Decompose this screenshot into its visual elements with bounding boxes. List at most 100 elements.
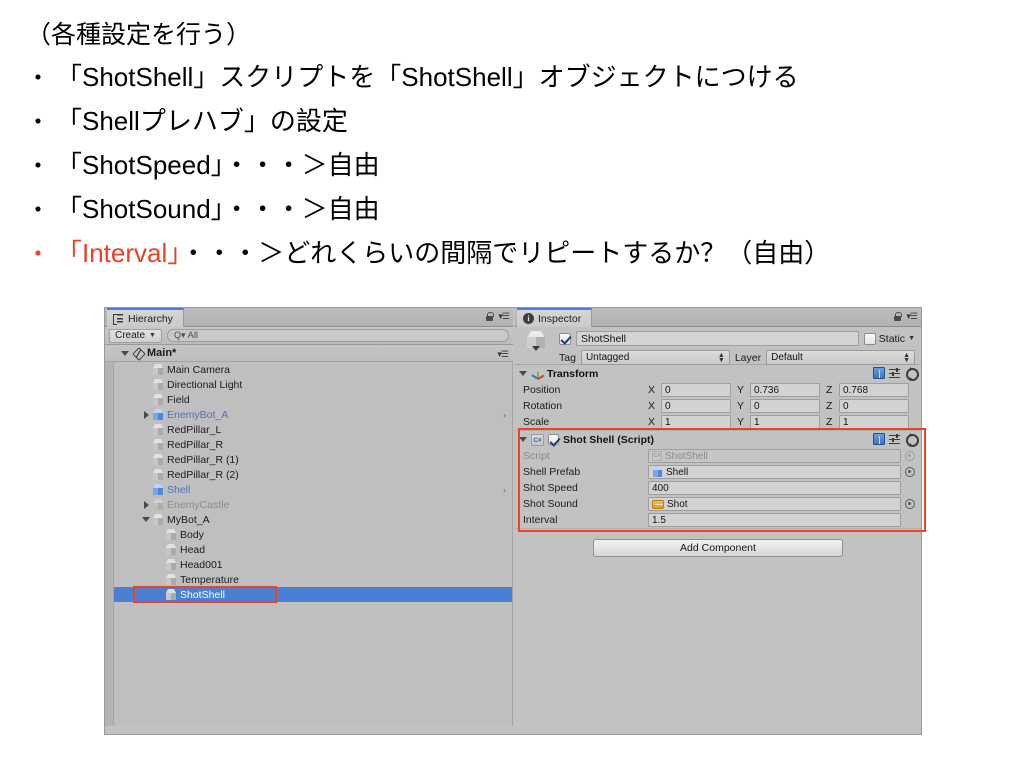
gameobject-cube-icon xyxy=(152,394,164,405)
script-component-header[interactable]: C# Shot Shell (Script) xyxy=(515,431,921,448)
chevron-down-icon[interactable] xyxy=(121,350,129,356)
transform-scale-y-input[interactable]: 1 xyxy=(750,415,820,429)
transform-position-z-input[interactable]: 0.768 xyxy=(839,383,909,397)
scene-menu-icon[interactable]: ▾☰ xyxy=(497,349,509,360)
preset-icon[interactable] xyxy=(889,433,901,445)
hierarchy-item-field[interactable]: Field xyxy=(114,392,512,407)
hierarchy-item-main-camera[interactable]: Main Camera xyxy=(114,362,512,377)
search-icon: Q▾ xyxy=(173,330,186,340)
scene-row-menu[interactable]: ▾☰ xyxy=(497,349,509,360)
hierarchy-item-temperature[interactable]: Temperature xyxy=(114,572,512,587)
chevron-down-icon[interactable] xyxy=(140,517,152,522)
stepper-icon: ▲ ▼ xyxy=(717,352,725,364)
transform-position-y-input[interactable]: 0.736 xyxy=(750,383,820,397)
bullet-text: 「ShotSpeed」・・・＞自由 xyxy=(56,150,380,180)
tab-inspector-label: Inspector xyxy=(538,312,582,325)
shot-shell-script-component: C# Shot Shell (Script) Script C# ShotShell… xyxy=(515,431,921,529)
transform-position-x-input[interactable]: 0 xyxy=(661,383,731,397)
hierarchy-search-placeholder: All xyxy=(187,330,199,341)
help-book-icon[interactable] xyxy=(873,433,885,445)
script-field-shot-sound-input[interactable]: Shot xyxy=(648,497,901,511)
script-field-interval-input[interactable]: 1.5 xyxy=(648,513,901,527)
hierarchy-item-head001[interactable]: Head001 xyxy=(114,557,512,572)
hierarchy-tree-rows: Main Camera Directional Light Field EnemyBo… xyxy=(113,362,513,726)
chevron-right-icon[interactable] xyxy=(140,500,152,509)
hierarchy-item-redpillar-l[interactable]: RedPillar_L xyxy=(114,422,512,437)
script-field-value: Shell xyxy=(666,466,689,478)
hierarchy-item-body[interactable]: Body xyxy=(114,527,512,542)
inspector-tab-controls: ▾☰ xyxy=(894,311,918,322)
tag-label: Tag xyxy=(559,351,576,364)
static-toggle[interactable]: Static ▼ xyxy=(863,332,915,345)
object-name-input[interactable]: ShotShell xyxy=(576,331,859,346)
prefab-open-chevron-icon[interactable]: › xyxy=(503,410,506,420)
static-checkbox[interactable] xyxy=(863,332,876,345)
hierarchy-item-head[interactable]: Head xyxy=(114,542,512,557)
transform-scale-z-input[interactable]: 1 xyxy=(839,415,909,429)
hierarchy-item-shotshell[interactable]: ShotShell xyxy=(114,587,512,602)
script-enabled-checkbox[interactable] xyxy=(548,434,559,445)
tab-inspector[interactable]: i Inspector xyxy=(517,308,593,327)
prefab-cube-icon xyxy=(652,467,663,477)
static-label: Static xyxy=(878,332,906,345)
tag-layer-row: Tag Untagged ▲ ▼ Layer Default ▲ ▼ xyxy=(559,350,916,365)
hierarchy-item-shell[interactable]: Shell › xyxy=(114,482,512,497)
panel-menu-icon[interactable]: ▾☰ xyxy=(906,311,918,322)
preset-icon[interactable] xyxy=(889,367,901,379)
scene-root-row[interactable]: Main* ▾☰ xyxy=(105,345,513,362)
help-book-icon[interactable] xyxy=(873,367,885,379)
script-field-shell-prefab-input[interactable]: Shell xyxy=(648,465,901,479)
hierarchy-item-redpillar-r-2[interactable]: RedPillar_R (2) xyxy=(114,467,512,482)
transform-component-header[interactable]: Transform xyxy=(515,365,921,382)
transform-rotation-y-input[interactable]: 0 xyxy=(750,399,820,413)
transform-row-rotation: Rotation X 0 Y 0 Z 0 xyxy=(515,398,921,414)
chevron-down-icon[interactable] xyxy=(519,371,527,376)
transform-component: Transform Position X 0 Y 0.736 Z 0.768 Rotation… xyxy=(515,365,921,431)
create-button[interactable]: Create ▼ xyxy=(109,328,162,343)
panel-menu-icon[interactable]: ▾☰ xyxy=(498,311,510,322)
chevron-down-icon[interactable] xyxy=(519,437,527,442)
bullet-rest-text: ・・・＞どれくらいの間隔でリピートするか？（自由） xyxy=(180,238,831,268)
object-picker-icon[interactable] xyxy=(905,467,915,477)
script-field-shot-speed: Shot Speed 400 xyxy=(515,480,921,496)
transform-rotation-x-input[interactable]: 0 xyxy=(661,399,731,413)
gear-icon[interactable] xyxy=(905,432,919,447)
vector3-field-group: X1Y1Z1 xyxy=(648,415,921,429)
script-field-label: Shell Prefab xyxy=(523,466,581,478)
gameobject-cube-icon xyxy=(165,574,177,585)
hierarchy-item-label: RedPillar_R (1) xyxy=(167,453,239,466)
hierarchy-item-enemybot-a[interactable]: EnemyBot_A › xyxy=(114,407,512,422)
transform-scale-x-input[interactable]: 1 xyxy=(661,415,731,429)
hierarchy-item-redpillar-r[interactable]: RedPillar_R xyxy=(114,437,512,452)
layer-dropdown[interactable]: Default ▲ ▼ xyxy=(766,350,916,365)
unity-editor-screenshot: Hierarchy ▾☰ Create ▼ Q▾ All Main* ▾☰ Ma… xyxy=(104,307,926,735)
bullet-text: 「Shellプレハブ」の設定 xyxy=(56,106,348,136)
tab-hierarchy[interactable]: Hierarchy xyxy=(107,308,184,327)
object-picker-icon[interactable] xyxy=(905,451,915,461)
hierarchy-item-label: Main Camera xyxy=(167,363,231,376)
hierarchy-search-input[interactable]: Q▾ All xyxy=(166,329,509,342)
hierarchy-item-directional-light[interactable]: Directional Light xyxy=(114,377,512,392)
chevron-down-icon[interactable]: ▼ xyxy=(908,335,915,342)
hierarchy-item-mybot-a[interactable]: MyBot_A xyxy=(114,512,512,527)
prefab-open-chevron-icon[interactable]: › xyxy=(503,485,506,495)
script-field-script-input[interactable]: C# ShotShell xyxy=(648,449,901,463)
slide-bullet-4: ・ 「ShotSound」・・・＞自由 xyxy=(26,188,1006,232)
transform-icon xyxy=(531,368,545,380)
script-field-shot-speed-input[interactable]: 400 xyxy=(648,481,901,495)
chevron-right-icon[interactable] xyxy=(140,410,152,419)
gear-icon[interactable] xyxy=(905,366,919,381)
csharp-script-icon: C# xyxy=(531,433,544,446)
transform-rotation-z-input[interactable]: 0 xyxy=(839,399,909,413)
layer-value: Default xyxy=(771,352,803,363)
tag-dropdown[interactable]: Untagged ▲ ▼ xyxy=(580,350,730,365)
lock-icon[interactable] xyxy=(486,312,495,321)
hierarchy-tree[interactable]: Main Camera Directional Light Field EnemyBo… xyxy=(105,362,513,734)
object-picker-icon[interactable] xyxy=(905,499,915,509)
axis-label-x: X xyxy=(648,400,656,412)
object-enabled-checkbox[interactable] xyxy=(559,332,571,345)
lock-icon[interactable] xyxy=(894,312,903,321)
add-component-button[interactable]: Add Component xyxy=(593,539,843,557)
hierarchy-item-redpillar-r-1[interactable]: RedPillar_R (1) xyxy=(114,452,512,467)
hierarchy-item-enemycastle[interactable]: EnemyCastle xyxy=(114,497,512,512)
